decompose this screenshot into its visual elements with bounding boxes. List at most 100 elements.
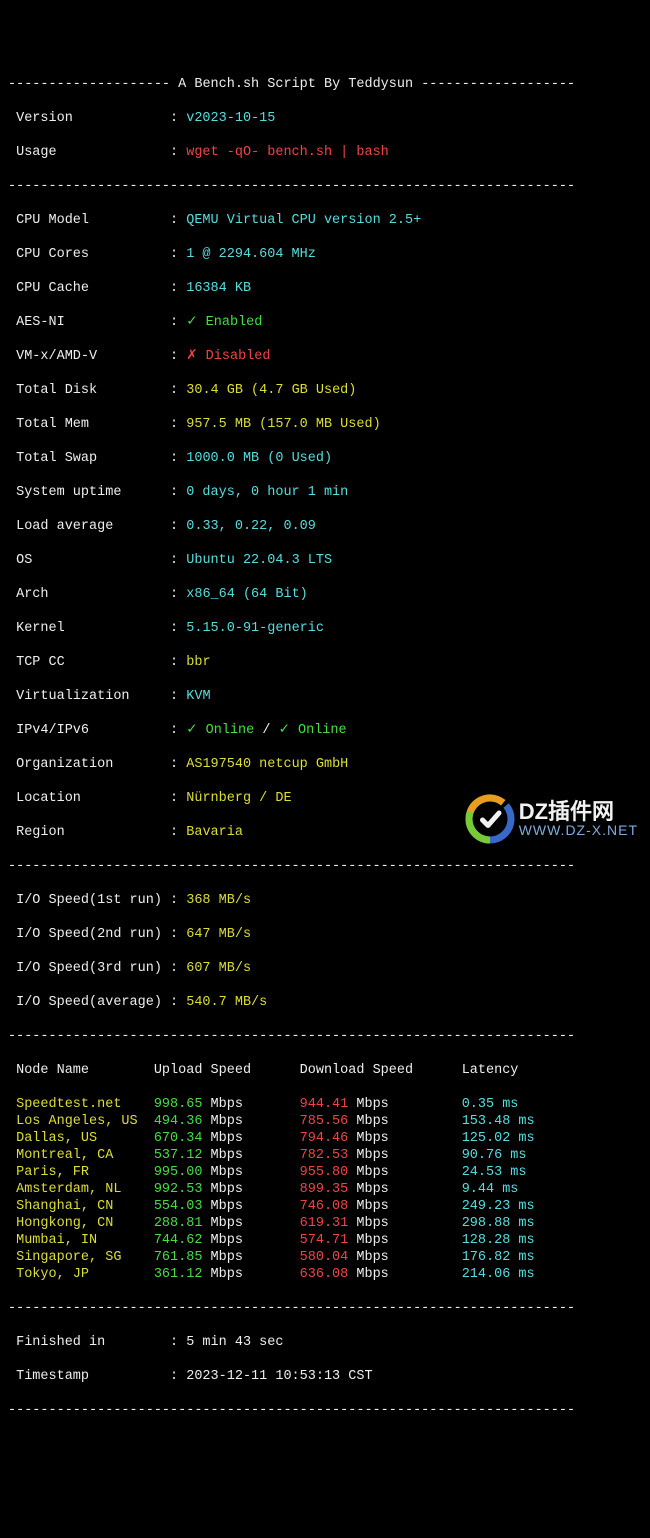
io-3rd-value: 607 MB/s [186,961,251,976]
aes-value: Enabled [206,315,263,330]
watermark-title: DZ插件网 [519,801,638,823]
dash-left: -------------------- [8,77,178,92]
check-icon: ✓ [186,723,205,738]
virt-row: Virtualization : KVM [8,688,642,705]
upload-value: 361.12 [154,1267,203,1282]
download-value: 782.53 [300,1148,349,1163]
disk-row: Total Disk : 30.4 GB (4.7 GB Used) [8,382,642,399]
swap-row: Total Swap : 1000.0 MB (0 Used) [8,450,642,467]
finished-row: Finished in : 5 min 43 sec [8,1334,642,1351]
speedtest-row: Los Angeles, US 494.36 Mbps 785.56 Mbps … [8,1113,642,1130]
upload-value: 744.62 [154,1233,203,1248]
node-name: Shanghai, CN [8,1199,154,1214]
swap-value: 1000.0 MB (0 Used) [186,451,332,466]
node-name: Amsterdam, NL [8,1182,154,1197]
kernel-row: Kernel : 5.15.0-91-generic [8,620,642,637]
download-unit: Mbps [348,1148,461,1163]
node-name: Montreal, CA [8,1148,154,1163]
upload-value: 494.36 [154,1114,203,1129]
col-latency: Latency [462,1063,519,1078]
timestamp-row: Timestamp : 2023-12-11 10:53:13 CST [8,1368,642,1385]
download-value: 636.08 [300,1267,349,1282]
tcp-value: bbr [186,655,210,670]
loc-value: Nürnberg / DE [186,791,291,806]
upload-value: 288.81 [154,1216,203,1231]
tcp-row: TCP CC : bbr [8,654,642,671]
os-value: Ubuntu 22.04.3 LTS [186,553,332,568]
timestamp-value: 2023-12-11 10:53:13 CST [186,1369,372,1384]
divider: ----------------------------------------… [8,178,642,195]
io-1st-row: I/O Speed(1st run) : 368 MB/s [8,892,642,909]
download-unit: Mbps [348,1199,461,1214]
node-name: Los Angeles, US [8,1114,154,1129]
ip-row: IPv4/IPv6 : ✓ Online / ✓ Online [8,722,642,739]
download-unit: Mbps [348,1250,461,1265]
cpu-cores-row: CPU Cores : 1 @ 2294.604 MHz [8,246,642,263]
kernel-value: 5.15.0-91-generic [186,621,324,636]
node-name: Singapore, SG [8,1250,154,1265]
node-name: Hongkong, CN [8,1216,154,1231]
download-value: 785.56 [300,1114,349,1129]
io-avg-row: I/O Speed(average) : 540.7 MB/s [8,994,642,1011]
cpu-cache-row: CPU Cache : 16384 KB [8,280,642,297]
disk-value: 30.4 GB (4.7 GB Used) [186,383,356,398]
vmx-value: Disabled [206,349,271,364]
ipv6-value: Online [298,723,347,738]
logo-icon [465,794,515,844]
latency-value: 249.23 ms [462,1199,535,1214]
download-unit: Mbps [348,1114,461,1129]
latency-value: 9.44 ms [462,1182,519,1197]
download-value: 955.80 [300,1165,349,1180]
download-value: 619.31 [300,1216,349,1231]
speedtest-row: Speedtest.net 998.65 Mbps 944.41 Mbps 0.… [8,1096,642,1113]
cpu-cache: 16384 KB [186,281,251,296]
upload-unit: Mbps [202,1250,299,1265]
node-name: Mumbai, IN [8,1233,154,1248]
download-value: 794.46 [300,1131,349,1146]
ipv4-value: Online [206,723,255,738]
finished-value: 5 min 43 sec [186,1335,283,1350]
latency-value: 128.28 ms [462,1233,535,1248]
speedtest-row: Mumbai, IN 744.62 Mbps 574.71 Mbps 128.2… [8,1232,642,1249]
arch-row: Arch : x86_64 (64 Bit) [8,586,642,603]
upload-unit: Mbps [202,1233,299,1248]
upload-unit: Mbps [202,1165,299,1180]
version-value: v2023-10-15 [186,111,275,126]
download-unit: Mbps [348,1267,461,1282]
download-value: 580.04 [300,1250,349,1265]
uptime-value: 0 days, 0 hour 1 min [186,485,348,500]
org-row: Organization : AS197540 netcup GmbH [8,756,642,773]
download-unit: Mbps [348,1131,461,1146]
dash-right: ------------------- [413,77,575,92]
col-download: Download Speed [300,1063,413,1078]
io-avg-value: 540.7 MB/s [186,995,267,1010]
latency-value: 24.53 ms [462,1165,527,1180]
mem-value: 957.5 MB (157.0 MB Used) [186,417,380,432]
latency-value: 90.76 ms [462,1148,527,1163]
io-1st-value: 368 MB/s [186,893,251,908]
watermark: DZ插件网 WWW.DZ-X.NET [465,794,638,844]
upload-unit: Mbps [202,1216,299,1231]
download-unit: Mbps [348,1165,461,1180]
download-value: 944.41 [300,1097,349,1112]
latency-value: 153.48 ms [462,1114,535,1129]
divider: ----------------------------------------… [8,858,642,875]
download-value: 746.08 [300,1199,349,1214]
node-name: Speedtest.net [8,1097,154,1112]
node-name: Dallas, US [8,1131,154,1146]
upload-unit: Mbps [202,1267,299,1282]
cpu-cores: 1 @ 2294.604 MHz [186,247,316,262]
arch-value: x86_64 (64 Bit) [186,587,308,602]
upload-unit: Mbps [202,1097,299,1112]
divider: ----------------------------------------… [8,1028,642,1045]
divider: ----------------------------------------… [8,1300,642,1317]
cpu-model: QEMU Virtual CPU version 2.5+ [186,213,421,228]
upload-value: 537.12 [154,1148,203,1163]
io-2nd-row: I/O Speed(2nd run) : 647 MB/s [8,926,642,943]
latency-value: 0.35 ms [462,1097,519,1112]
download-value: 574.71 [300,1233,349,1248]
upload-unit: Mbps [202,1114,299,1129]
upload-value: 761.85 [154,1250,203,1265]
upload-value: 992.53 [154,1182,203,1197]
latency-value: 176.82 ms [462,1250,535,1265]
